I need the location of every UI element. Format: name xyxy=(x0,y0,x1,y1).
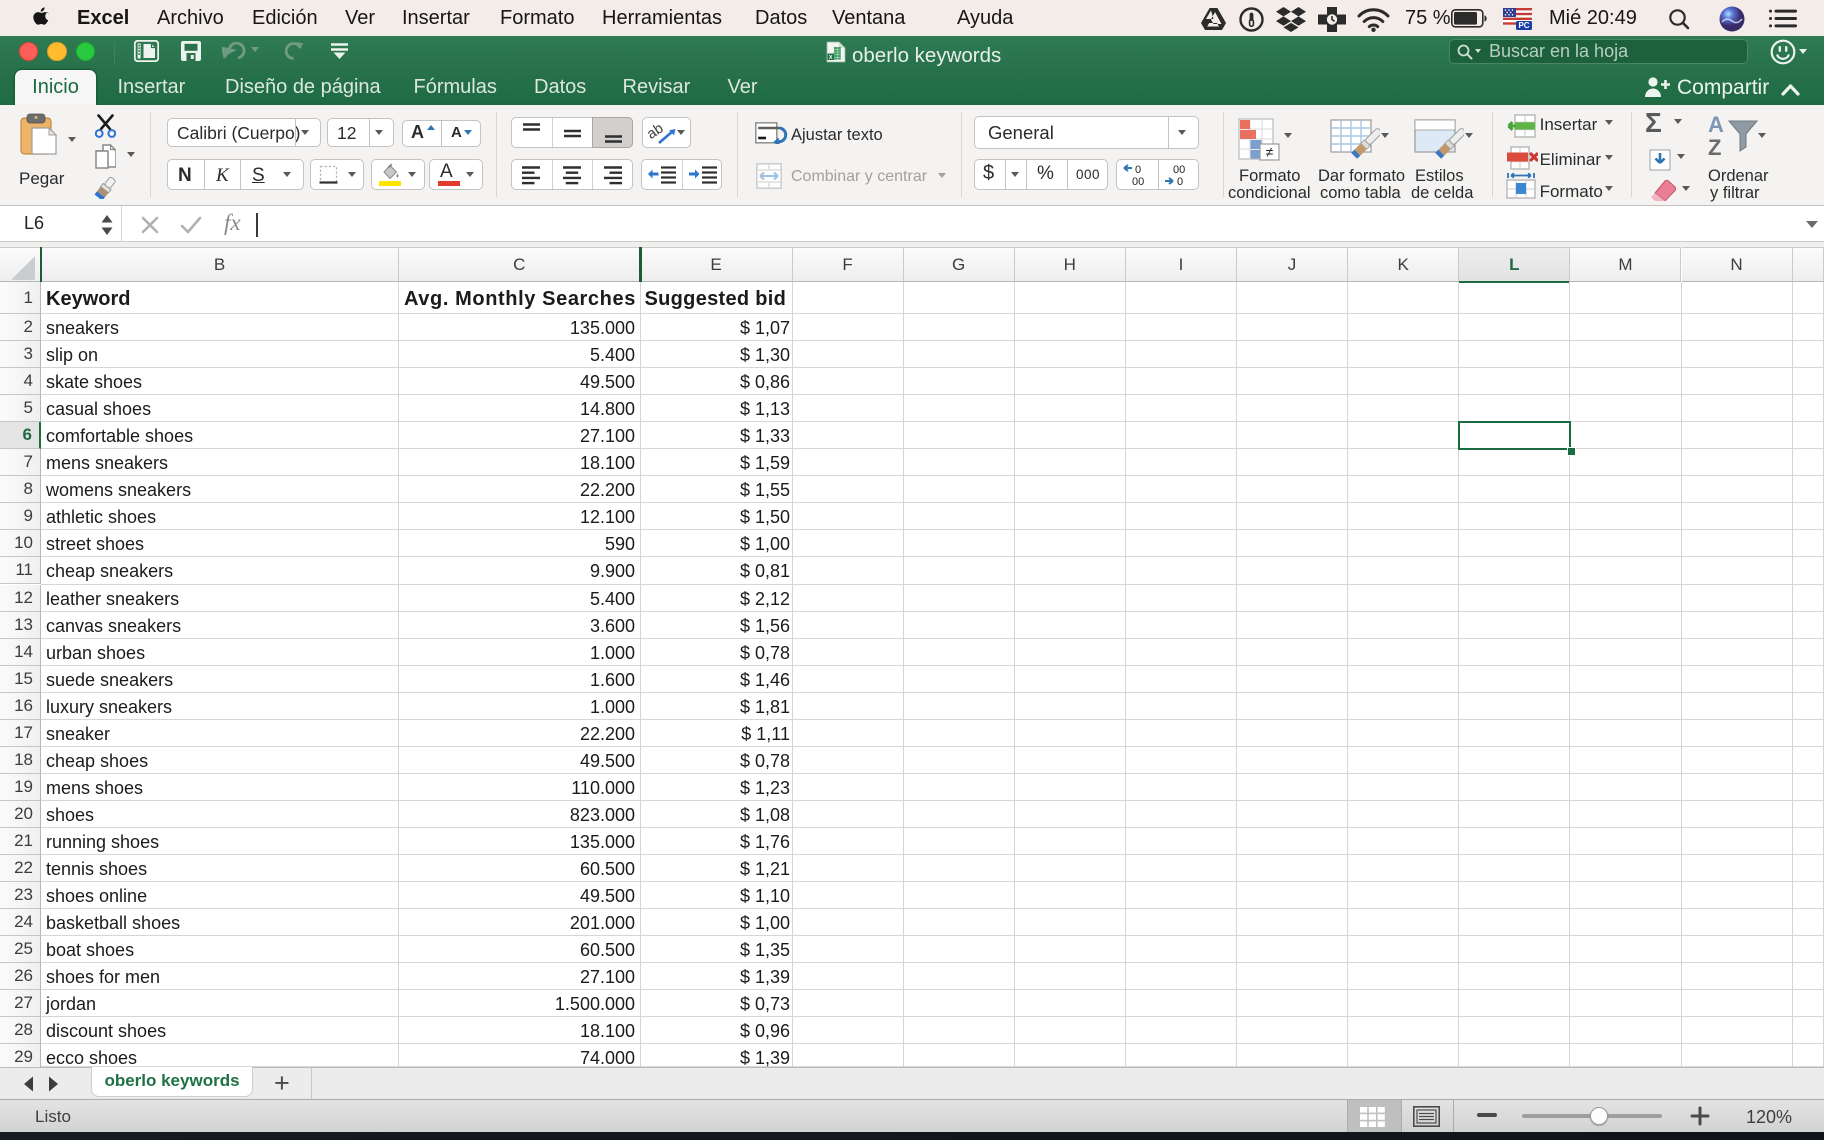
svg-text:X: X xyxy=(829,55,833,61)
svg-text:PC: PC xyxy=(1518,21,1529,30)
svg-text:Z: Z xyxy=(1708,135,1721,160)
svg-text:00: 00 xyxy=(1132,176,1144,187)
svg-text:A: A xyxy=(1708,112,1724,137)
svg-text:00: 00 xyxy=(1173,164,1185,176)
svg-text:0: 0 xyxy=(1135,164,1141,176)
svg-text:≠: ≠ xyxy=(1266,144,1274,160)
svg-text:0: 0 xyxy=(1177,176,1183,187)
